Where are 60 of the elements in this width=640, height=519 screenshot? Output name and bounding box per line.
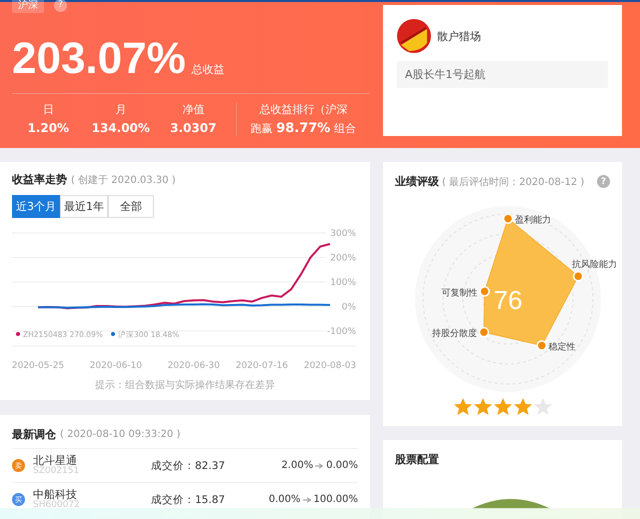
radar-axis-label: 抗风险能力 [572, 260, 618, 270]
radar-point [479, 286, 490, 297]
y-tick-label: 100% [330, 278, 356, 288]
avatar-icon [397, 19, 431, 53]
weight-before: 2.00% [281, 460, 314, 471]
rating-score: 76 [494, 285, 522, 315]
radar-point [502, 213, 514, 224]
stat-value: 134.00% [92, 121, 150, 135]
trade-price: 成交价：82.37 [151, 458, 226, 472]
arrow-icon [302, 496, 312, 502]
rank-label: 总收益排行（沪深 [259, 102, 348, 117]
stat-value: 3.0307 [170, 121, 216, 135]
rebalance-time: ( 2020-08-10 09:33:20 ) [60, 429, 180, 440]
y-tick-label: 300% [330, 229, 356, 239]
card-title: 股票配置 [395, 452, 440, 467]
radar-axis-label: 盈利能力 [515, 216, 551, 226]
hint-text: 提示：组合数据与实际操作结果存在差异 [94, 378, 276, 392]
stat-label: 净值 [182, 102, 204, 117]
radar-point [478, 326, 490, 338]
weight-after: 100.00% [314, 494, 358, 505]
range-tab[interactable]: 全部 [108, 195, 154, 218]
stat-label: 日 [42, 102, 54, 117]
star-icon [512, 397, 532, 417]
total-return: 203.07% [12, 37, 186, 81]
rating-time: ( 最后评估时间：2020-08-12 ) [442, 176, 584, 188]
x-tick-label: 2020-07-16 [236, 361, 288, 371]
x-tick-label: 2020-08-03 [304, 361, 356, 371]
stock-name[interactable]: 北斗星通 [33, 454, 151, 467]
y-tick-label: 200% [330, 254, 356, 264]
card-title: 收益率走势 [12, 172, 67, 187]
radar-point [536, 340, 547, 351]
y-tick-label: -100% [327, 327, 356, 337]
star-icon [472, 397, 492, 417]
radar-axis-label: 稳定性 [548, 342, 576, 352]
star-icon [532, 397, 552, 417]
total-return-label: 总收益 [192, 62, 225, 77]
weight-before: 0.00% [268, 494, 300, 505]
y-tick-label: 0% [342, 302, 356, 312]
profile-name: 散户猎场 [437, 28, 481, 44]
radar-axis-label: 持股分散度 [432, 329, 477, 340]
range-tab[interactable]: 近3个月 [12, 195, 60, 218]
created-date: ( 创建于 2020.03.30 ) [71, 174, 176, 186]
x-tick-label: 2020-05-25 [12, 361, 64, 371]
card-title: 最新调仓 [12, 427, 56, 442]
rank-value: 跑赢 98.77% 组合 [250, 121, 356, 136]
star-icon [492, 397, 512, 417]
star-icon [452, 397, 472, 417]
range-tab[interactable]: 最近1年 [60, 195, 108, 218]
card-title: 业绩评级 [395, 174, 439, 189]
radar-point [572, 270, 584, 282]
arrow-icon [315, 462, 324, 468]
stat-label: 月 [115, 102, 126, 117]
radar-axis-label: 可复制性 [442, 288, 478, 298]
stock-name[interactable]: 中船科技 [33, 488, 151, 501]
stat-value: 1.20% [27, 121, 70, 135]
weight-after: 0.00% [326, 460, 358, 471]
x-tick-label: 2020-06-10 [90, 361, 142, 371]
motto: A股长牛1号起航 [397, 61, 608, 88]
trade-price: 成交价：15.87 [151, 492, 226, 506]
x-tick-label: 2020-06-30 [168, 361, 220, 371]
